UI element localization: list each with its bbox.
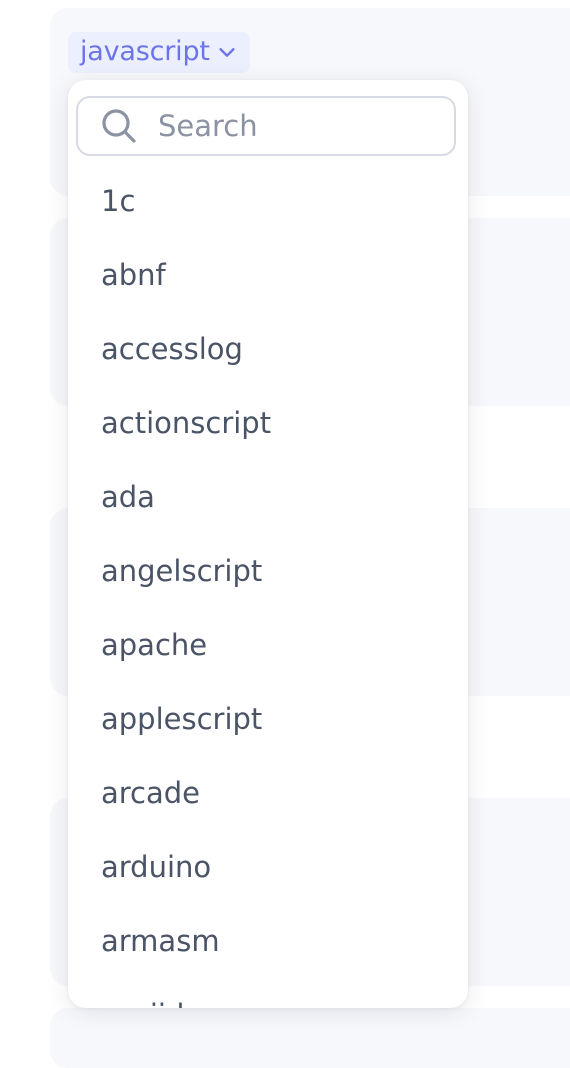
language-option[interactable]: arcade bbox=[68, 756, 468, 830]
language-option[interactable]: 1c bbox=[68, 164, 468, 238]
language-select-label: javascript bbox=[80, 36, 210, 67]
language-option[interactable]: actionscript bbox=[68, 386, 468, 460]
code-block-5 bbox=[50, 1008, 570, 1068]
language-select-button-1[interactable]: javascript bbox=[68, 32, 250, 73]
language-option[interactable]: abnf bbox=[68, 238, 468, 312]
search-input[interactable] bbox=[156, 108, 440, 144]
search-icon bbox=[102, 109, 136, 143]
language-option[interactable]: apache bbox=[68, 608, 468, 682]
language-option[interactable]: applescript bbox=[68, 682, 468, 756]
language-option[interactable]: accesslog bbox=[68, 312, 468, 386]
language-dropdown: 1c abnf accesslog actionscript ada angel… bbox=[68, 80, 468, 1008]
chevron-down-icon bbox=[219, 47, 235, 57]
search-box bbox=[76, 96, 456, 156]
language-options-list: 1c abnf accesslog actionscript ada angel… bbox=[68, 164, 468, 1008]
language-option[interactable]: ada bbox=[68, 460, 468, 534]
language-option[interactable]: arduino bbox=[68, 830, 468, 904]
language-option[interactable]: angelscript bbox=[68, 534, 468, 608]
language-option[interactable]: asciidoc bbox=[68, 978, 468, 1008]
language-option[interactable]: armasm bbox=[68, 904, 468, 978]
